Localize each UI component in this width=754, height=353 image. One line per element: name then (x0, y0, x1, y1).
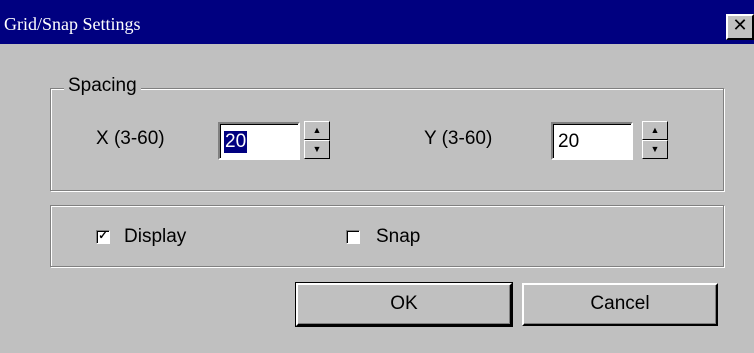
arrow-down-icon: ▼ (650, 144, 660, 154)
ok-button[interactable]: OK (295, 282, 513, 327)
y-spacing-input[interactable]: 20 (551, 122, 633, 160)
window-title: Grid/Snap Settings (4, 14, 141, 34)
spacing-group-label: Spacing (64, 75, 141, 97)
arrow-up-icon: ▲ (312, 125, 322, 135)
title-bar[interactable]: Grid/Snap Settings ✕ (0, 0, 754, 44)
y-spacing-label: Y (3-60) (424, 128, 493, 149)
close-button[interactable]: ✕ (726, 14, 754, 40)
x-spacing-label: X (3-60) (96, 128, 165, 149)
x-spacing-value: 20 (224, 131, 248, 153)
x-spin-down-button[interactable]: ▼ (304, 140, 330, 159)
arrow-down-icon: ▼ (312, 144, 322, 154)
close-icon: ✕ (732, 15, 748, 36)
x-spacing-input[interactable]: 20 (218, 122, 300, 160)
x-spacing-spinner: ▲ ▼ (304, 121, 330, 159)
snap-label[interactable]: Snap (376, 226, 420, 248)
arrow-up-icon: ▲ (650, 125, 660, 135)
y-spin-up-button[interactable]: ▲ (642, 121, 668, 140)
y-spacing-spinner: ▲ ▼ (642, 121, 668, 159)
x-spin-up-button[interactable]: ▲ (304, 121, 330, 140)
display-checkbox[interactable]: ✓ (96, 230, 110, 244)
y-spin-down-button[interactable]: ▼ (642, 140, 668, 159)
y-spacing-value: 20 (558, 131, 580, 152)
cancel-button[interactable]: Cancel (522, 283, 718, 326)
display-label[interactable]: Display (124, 226, 186, 248)
snap-checkbox[interactable] (346, 230, 360, 244)
grid-snap-dialog: Grid/Snap Settings ✕ Spacing X (3-60) 20… (0, 0, 754, 353)
check-mark-icon: ✓ (98, 230, 108, 242)
